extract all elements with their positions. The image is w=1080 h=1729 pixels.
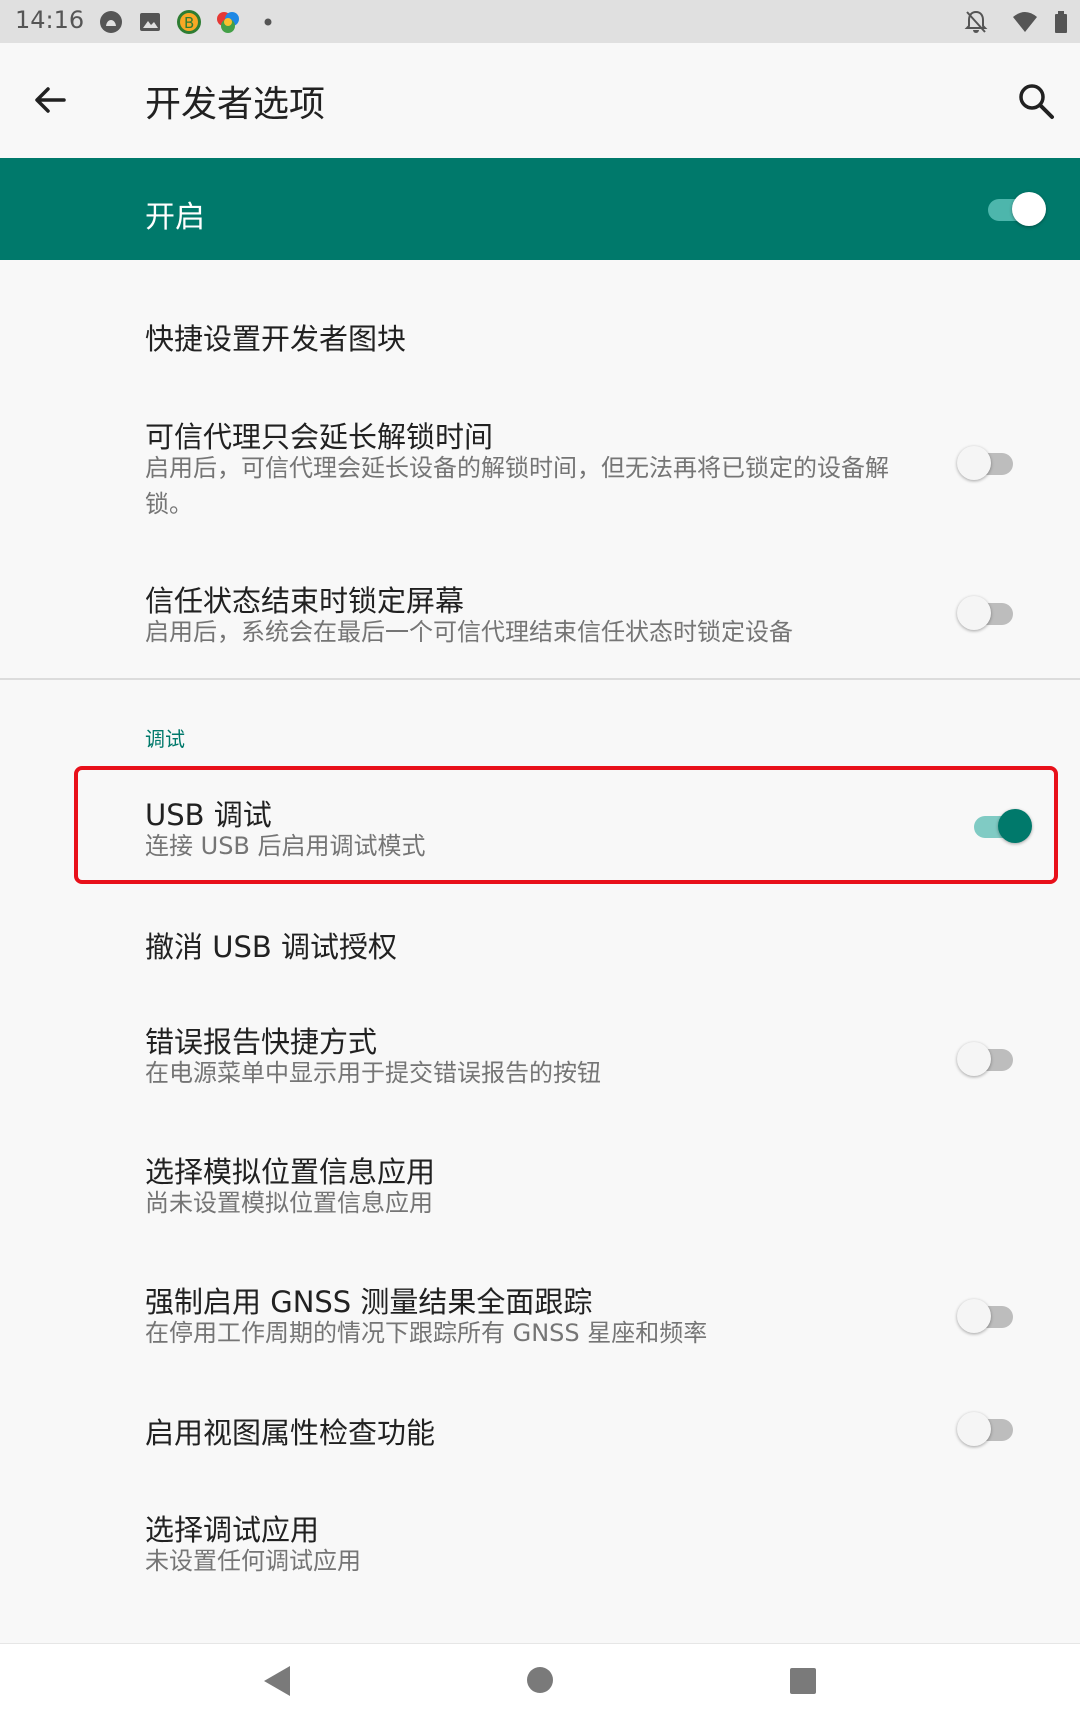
master-toggle[interactable]	[984, 191, 1046, 227]
recents-square-icon[interactable]	[790, 1668, 816, 1694]
item-summary: 尚未设置模拟位置信息应用	[145, 1189, 433, 1217]
item-summary: 在电源菜单中显示用于提交错误报告的按钮	[145, 1059, 601, 1087]
home-circle-icon[interactable]	[527, 1667, 553, 1693]
list-item-revoke-usb-authorizations[interactable]: 撤消 USB 调试授权	[0, 900, 1080, 990]
list-item-bug-report-shortcut[interactable]: 错误报告快捷方式 在电源菜单中显示用于提交错误报告的按钮	[0, 1005, 1080, 1115]
list-item-quick-settings-tiles[interactable]: 快捷设置开发者图块	[0, 260, 1080, 370]
list-item-view-attribute-inspection[interactable]: 启用视图属性检查功能	[0, 1395, 1080, 1485]
image-icon	[140, 13, 160, 31]
list-item-force-gnss-tracking[interactable]: 强制启用 GNSS 测量结果全面跟踪 在停用工作周期的情况下跟踪所有 GNSS …	[0, 1265, 1080, 1375]
arrow-left-icon[interactable]	[30, 80, 70, 120]
toggle-lock-screen-trust-lost[interactable]	[957, 595, 1017, 631]
item-summary: 启用后，系统会在最后一个可信代理结束信任状态时锁定设备	[145, 618, 793, 646]
toggle-thumb	[957, 1042, 991, 1076]
back-triangle-icon[interactable]	[262, 1664, 292, 1698]
battery-icon	[1055, 11, 1067, 33]
search-icon[interactable]	[1015, 80, 1057, 122]
toggle-thumb	[957, 1299, 991, 1333]
item-summary: 在停用工作周期的情况下跟踪所有 GNSS 星座和频率	[145, 1319, 708, 1347]
wifi-icon	[1013, 12, 1037, 32]
item-summary: 未设置任何调试应用	[145, 1547, 361, 1575]
toggle-thumb	[957, 1412, 991, 1446]
item-title: 启用视图属性检查功能	[145, 1416, 436, 1450]
page-title: 开发者选项	[145, 84, 326, 125]
app-toolbar: 开发者选项	[0, 43, 1080, 158]
list-item-trust-agents-extend-unlock[interactable]: 可信代理只会延长解锁时间 启用后，可信代理会延长设备的解锁时间，但无法再将已锁定…	[0, 400, 1080, 530]
colorful-app-icon	[217, 12, 239, 33]
toggle-trust-agents-extend-unlock[interactable]	[957, 445, 1017, 481]
dot-icon	[264, 18, 272, 26]
master-switch-bar[interactable]: 开启	[0, 158, 1080, 260]
highlight-box	[74, 766, 1058, 884]
list-item-mock-location-app[interactable]: 选择模拟位置信息应用 尚未设置模拟位置信息应用	[0, 1135, 1080, 1245]
bell-off-icon	[964, 10, 988, 33]
status-time: 14:16	[15, 6, 85, 34]
toggle-bug-report-shortcut[interactable]	[957, 1041, 1017, 1077]
list-item-select-debug-app[interactable]: 选择调试应用 未设置任何调试应用	[0, 1505, 1080, 1615]
toggle-thumb	[1012, 192, 1046, 226]
item-summary: 启用后，可信代理会延长设备的解锁时间，但无法再将已锁定的设备解锁。	[145, 454, 889, 518]
section-divider	[0, 678, 1080, 680]
toggle-view-attribute-inspection[interactable]	[957, 1411, 1017, 1447]
b-coin-icon: B	[177, 10, 201, 34]
section-header-debugging: 调试	[145, 727, 185, 751]
toggle-thumb	[957, 446, 991, 480]
list-item-lock-screen-trust-lost[interactable]: 信任状态结束时锁定屏幕 启用后，系统会在最后一个可信代理结束信任状态时锁定设备	[0, 570, 1080, 670]
master-switch-label: 开启	[145, 200, 205, 235]
toggle-force-gnss-tracking[interactable]	[957, 1298, 1017, 1334]
blob-icon	[100, 11, 122, 33]
toggle-thumb	[957, 596, 991, 630]
navigation-bar	[0, 1643, 1080, 1729]
status-bar: 14:16 B	[0, 0, 1080, 43]
item-title: 快捷设置开发者图块	[145, 322, 407, 356]
item-title: 撤消 USB 调试授权	[145, 930, 397, 964]
svg-text:B: B	[184, 14, 194, 32]
